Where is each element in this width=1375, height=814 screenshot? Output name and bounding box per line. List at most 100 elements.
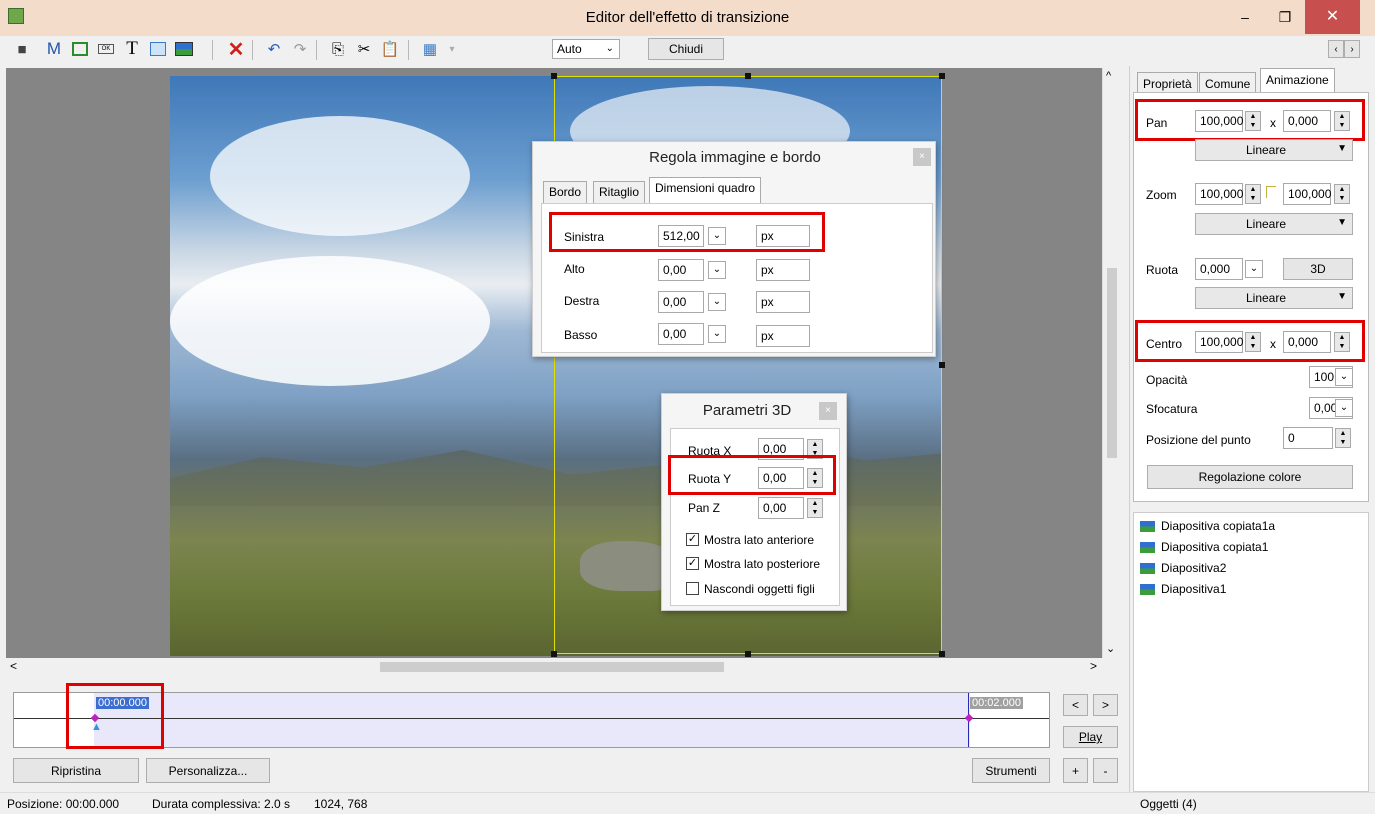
highlight-box [1135, 99, 1365, 141]
scroll-down-icon[interactable]: ⌄ [1106, 642, 1115, 655]
paste-icon[interactable]: 📋 [378, 37, 402, 61]
spinner-icon[interactable]: ▲ ▼ [807, 498, 823, 518]
resize-handle[interactable] [939, 651, 945, 657]
add-button[interactable]: + [1063, 758, 1088, 783]
close-window-button[interactable]: ✕ [1305, 0, 1360, 34]
spinner-icon[interactable]: ▲ ▼ [1334, 184, 1350, 204]
resize-handle[interactable] [939, 362, 945, 368]
resize-handle[interactable] [939, 73, 945, 79]
horizontal-scrollbar[interactable]: < > [6, 658, 1102, 676]
zoom-select-value: Auto [557, 42, 582, 56]
chevron-down-icon[interactable]: ⌄ [708, 261, 726, 279]
minimize-button[interactable]: – [1225, 0, 1265, 34]
rotate-field[interactable]: 0,000 [1195, 258, 1243, 280]
dialog-close-button[interactable]: × [913, 148, 931, 166]
row-label: Basso [564, 328, 598, 342]
spinner-icon[interactable]: ▲ ▼ [1245, 184, 1261, 204]
top-value-field[interactable]: 0,00 [658, 259, 704, 281]
chevron-down-icon[interactable]: ⌄ [1245, 260, 1263, 278]
list-item[interactable]: Diapositiva copiata1 [1140, 538, 1268, 556]
resize-handle[interactable] [551, 651, 557, 657]
status-objects: Oggetti (4) [1140, 797, 1197, 811]
grid-dropdown-icon[interactable]: ▾ [440, 37, 464, 61]
reset-button[interactable]: Ripristina [13, 758, 139, 783]
copy-icon[interactable]: ⎘ [326, 37, 350, 61]
nav-prev-button[interactable]: ‹ [1328, 40, 1344, 58]
chevron-down-icon[interactable]: ⌄ [708, 325, 726, 343]
timeline-prev-button[interactable]: < [1063, 694, 1088, 716]
toolbar-separator [408, 40, 409, 60]
undo-icon[interactable]: ↶ [262, 37, 286, 61]
3d-button[interactable]: 3D [1283, 258, 1353, 280]
list-item[interactable]: Diapositiva2 [1140, 559, 1226, 577]
zoom-y-field[interactable]: 100,000 [1283, 183, 1331, 205]
camera-icon[interactable]: ■ [10, 37, 34, 61]
status-position: Posizione: 00:00.000 [7, 797, 120, 811]
zoom-mode-select[interactable]: Lineare ▼ [1195, 213, 1353, 235]
customize-button[interactable]: Personalizza... [146, 758, 270, 783]
show-back-checkbox[interactable]: ✓ [686, 557, 699, 570]
timeline-next-button[interactable]: > [1093, 694, 1118, 716]
unit-select[interactable]: px [756, 291, 810, 313]
ok-button-icon[interactable]: OK [94, 37, 118, 61]
resize-handle[interactable] [551, 73, 557, 79]
tab-frame-size[interactable]: Dimensioni quadro [649, 177, 762, 204]
chevron-down-icon[interactable]: ⌄ [708, 293, 726, 311]
pan-z-field[interactable]: 0,00 [758, 497, 804, 519]
tab-border[interactable]: Bordo [543, 181, 588, 204]
tab-crop[interactable]: Ritaglio [593, 181, 646, 204]
tab-animation[interactable]: Animazione [1260, 68, 1335, 93]
zoom-select[interactable]: Auto ⌄ [552, 39, 620, 59]
show-front-checkbox[interactable]: ✓ [686, 533, 699, 546]
unit-select[interactable]: px [756, 259, 810, 281]
scrollbar-thumb[interactable] [1107, 268, 1117, 458]
status-size: 1024, 768 [314, 797, 368, 811]
color-adjust-button[interactable]: Regolazione colore [1147, 465, 1353, 489]
end-time-label[interactable]: 00:02.000 [970, 697, 1023, 709]
grid-icon[interactable]: ▦ [418, 37, 442, 61]
rotate-mode-value: Lineare [1245, 291, 1287, 305]
hide-children-checkbox[interactable] [686, 582, 699, 595]
cut-icon[interactable]: ✂ [352, 37, 376, 61]
frame-icon[interactable] [68, 37, 92, 61]
resize-handle[interactable] [745, 73, 751, 79]
list-item-label: Diapositiva1 [1161, 582, 1227, 596]
tools-button[interactable]: Strumenti [972, 758, 1050, 783]
scroll-left-icon[interactable]: < [10, 659, 17, 673]
zoom-x-field[interactable]: 100,000 [1195, 183, 1243, 205]
right-value-field[interactable]: 0,00 [658, 291, 704, 313]
pan-mode-select[interactable]: Lineare ▼ [1195, 139, 1353, 161]
nav-next-button[interactable]: › [1344, 40, 1360, 58]
mask-button[interactable]: M [42, 37, 66, 61]
scrollbar-thumb[interactable] [380, 662, 724, 672]
point-position-field[interactable]: 0 [1283, 427, 1333, 449]
timeline-line [14, 718, 1049, 719]
spinner-icon[interactable]: ▲ ▼ [1335, 428, 1351, 448]
vertical-scrollbar[interactable]: ^ ⌄ [1102, 68, 1120, 658]
play-button[interactable]: Play [1063, 726, 1118, 748]
dialog-close-button[interactable]: × [819, 402, 837, 420]
redo-icon[interactable]: ↷ [288, 37, 312, 61]
link-icon[interactable] [1266, 186, 1276, 198]
rectangle-icon[interactable] [146, 37, 170, 61]
scroll-up-icon[interactable]: ^ [1106, 70, 1111, 82]
maximize-button[interactable]: ❐ [1265, 0, 1305, 34]
close-editor-button[interactable]: Chiudi [648, 38, 724, 60]
text-tool-button[interactable]: T [120, 37, 144, 61]
unit-select[interactable]: px [756, 325, 810, 347]
remove-button[interactable]: - [1093, 758, 1118, 783]
cloud-shape [170, 256, 490, 386]
list-item[interactable]: Diapositiva1 [1140, 580, 1226, 598]
list-item[interactable]: Diapositiva copiata1a [1140, 517, 1275, 535]
bottom-value-field[interactable]: 0,00 [658, 323, 704, 345]
timeline[interactable]: 00:00.000 00:02.000 ▲ [13, 692, 1050, 748]
delete-icon[interactable]: ✕ [224, 37, 248, 61]
chevron-down-icon[interactable]: ⌄ [1335, 368, 1353, 386]
scroll-right-icon[interactable]: > [1090, 659, 1097, 673]
tab-common[interactable]: Comune [1199, 72, 1257, 92]
tab-properties[interactable]: Proprietà [1137, 72, 1198, 92]
resize-handle[interactable] [745, 651, 751, 657]
image-icon[interactable] [172, 37, 196, 61]
chevron-down-icon[interactable]: ⌄ [1335, 399, 1353, 417]
rotate-mode-select[interactable]: Lineare ▼ [1195, 287, 1353, 309]
